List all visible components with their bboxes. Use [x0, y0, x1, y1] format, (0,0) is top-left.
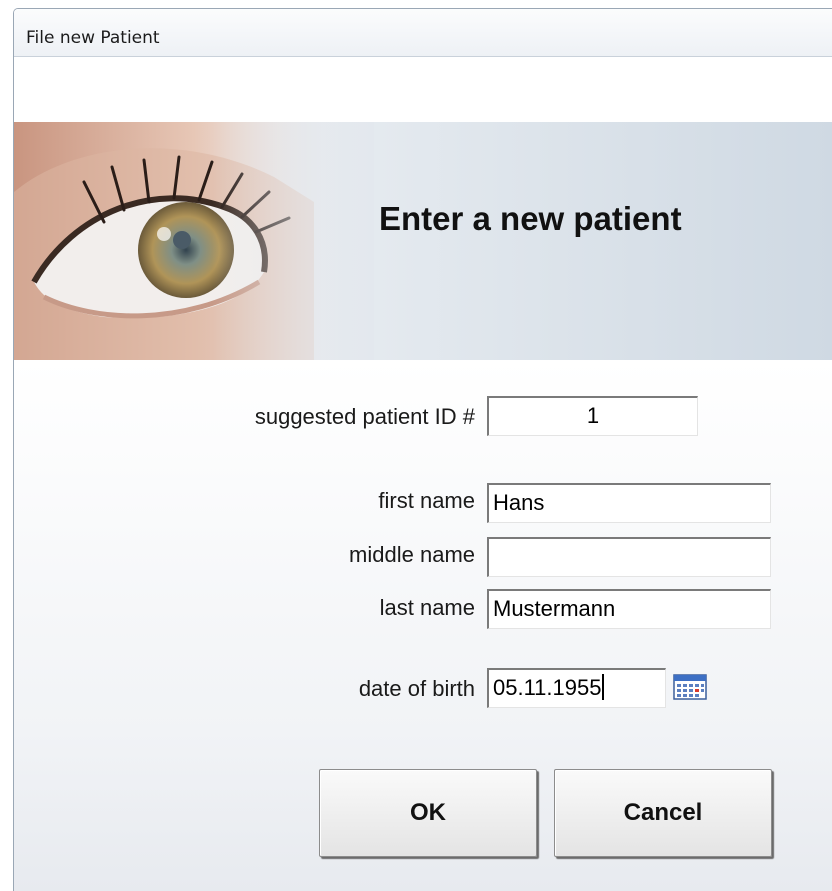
middle-name-label: middle name [349, 542, 475, 567]
date-of-birth-label: date of birth [358, 676, 475, 701]
date-of-birth-value: 05.11.1955 [493, 675, 602, 700]
date-of-birth-field[interactable]: 05.11.1955 [487, 668, 666, 708]
file-new-patient-dialog: File new Patient Enter a new patient sug… [13, 8, 832, 891]
middle-name-field[interactable] [487, 537, 771, 577]
window-title: File new Patient [26, 28, 160, 48]
banner-title: Enter a new patient [379, 200, 682, 237]
calendar-icon[interactable] [673, 674, 707, 700]
ok-button[interactable]: OK [319, 769, 537, 857]
cancel-button[interactable]: Cancel [554, 769, 772, 857]
eye-image [14, 122, 374, 360]
header-banner: Enter a new patient [14, 122, 832, 360]
last-name-field[interactable]: Mustermann [487, 589, 771, 629]
first-name-label: first name [378, 488, 475, 513]
title-bar[interactable]: File new Patient [14, 9, 832, 57]
text-caret [602, 674, 605, 700]
first-name-field[interactable]: Hans [487, 483, 771, 523]
last-name-label: last name [379, 595, 475, 620]
patient-id-label: suggested patient ID # [254, 404, 475, 429]
patient-id-field[interactable]: 1 [487, 396, 698, 436]
